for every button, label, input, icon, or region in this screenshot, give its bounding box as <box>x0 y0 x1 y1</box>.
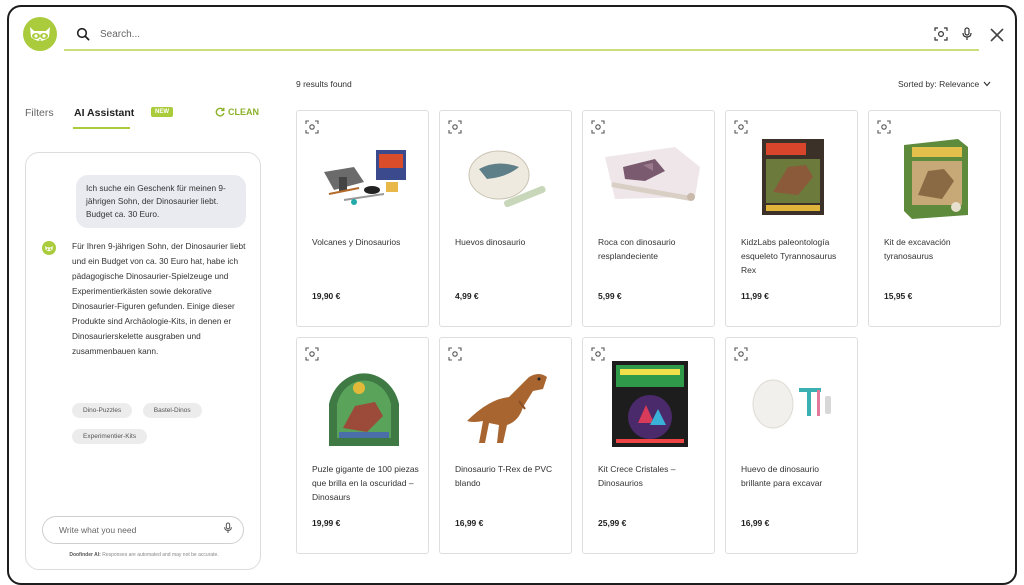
suggestion-chips: Dino-Puzzles Bastel-Dinos Experimentier-… <box>72 399 252 451</box>
clean-button[interactable]: CLEAN <box>215 107 259 117</box>
product-image <box>450 131 563 223</box>
product-price: 15,95 € <box>884 291 913 301</box>
brand-logo <box>23 17 57 51</box>
product-name: Huevo de dinosaurio brillante para excav… <box>741 464 823 488</box>
chat-input[interactable] <box>59 525 223 535</box>
product-image <box>879 131 992 223</box>
refresh-icon <box>215 107 225 117</box>
product-name: KidzLabs paleontología esqueleto Tyranno… <box>741 237 837 275</box>
product-card[interactable]: Volcanes y Dinosaurios 19,90 € <box>296 110 429 327</box>
assistant-message: Für Ihren 9-jährigen Sohn, der Dinosauri… <box>72 241 246 356</box>
sort-dropdown[interactable]: Sorted by: Relevance <box>898 79 991 89</box>
product-image <box>450 358 563 450</box>
clean-label: CLEAN <box>228 107 259 117</box>
close-icon <box>990 28 1004 42</box>
product-price: 4,99 € <box>455 291 479 301</box>
chat-input-box <box>42 516 244 544</box>
active-tab-indicator <box>73 127 130 129</box>
results-count: 9 results found <box>296 79 352 89</box>
product-image <box>593 358 706 450</box>
product-image <box>736 131 849 223</box>
chip-dino-puzzles[interactable]: Dino-Puzzles <box>72 403 133 418</box>
panel-tabs: Filters AI Assistant NEW CLEAN <box>25 107 265 133</box>
disclaimer-brand: Doofinder AI: <box>69 552 101 558</box>
product-card[interactable]: Kit de excavación tyranosaurus 15,95 € <box>868 110 1001 327</box>
product-name: Kit Crece Cristales – Dinosaurios <box>598 464 676 488</box>
product-price: 16,99 € <box>741 518 770 528</box>
chat-microphone-icon[interactable] <box>223 521 233 539</box>
microphone-icon[interactable] <box>955 22 979 46</box>
tab-filters[interactable]: Filters <box>25 107 54 119</box>
search-input[interactable] <box>100 22 929 46</box>
product-name: Kit de excavación tyranosaurus <box>884 237 951 261</box>
product-name: Puzle gigante de 100 piezas que brilla e… <box>312 464 419 502</box>
product-name: Roca con dinosaurio resplandeciente <box>598 237 676 261</box>
product-price: 19,99 € <box>312 518 341 528</box>
product-card[interactable]: Huevos dinosaurio 4,99 € <box>439 110 572 327</box>
product-name: Dinosaurio T-Rex de PVC blando <box>455 464 553 488</box>
search-icon[interactable] <box>68 19 98 49</box>
product-price: 25,99 € <box>598 518 627 528</box>
raccoon-logo-icon <box>30 27 50 41</box>
sort-label: Sorted by: Relevance <box>898 79 980 89</box>
product-price: 5,99 € <box>598 291 622 301</box>
visual-search-icon[interactable] <box>929 22 953 46</box>
product-image <box>307 358 420 450</box>
product-card[interactable]: Roca con dinosaurio resplandeciente 5,99… <box>582 110 715 327</box>
user-message: Ich suche ein Geschenk für meinen 9-jähr… <box>76 175 246 228</box>
chip-bastel-dinos[interactable]: Bastel-Dinos <box>142 403 202 418</box>
search-overlay: Filters AI Assistant NEW CLEAN Ich suche… <box>7 5 1017 585</box>
chip-experimentier-kits[interactable]: Experimentier-Kits <box>72 429 148 444</box>
search-bar <box>64 19 979 51</box>
product-card[interactable]: Kit Crece Cristales – Dinosaurios 25,99 … <box>582 337 715 554</box>
product-price: 16,99 € <box>455 518 484 528</box>
disclaimer-text: Responses are automated and may not be a… <box>100 552 219 558</box>
product-card[interactable]: Huevo de dinosaurio brillante para excav… <box>725 337 858 554</box>
product-name: Volcanes y Dinosaurios <box>312 237 401 247</box>
product-image <box>307 131 420 223</box>
product-image <box>593 131 706 223</box>
ai-disclaimer: Doofinder AI: Responses are automated an… <box>26 552 262 558</box>
product-price: 11,99 € <box>741 291 769 301</box>
tab-ai-assistant[interactable]: AI Assistant <box>74 107 134 119</box>
new-badge: NEW <box>151 107 173 117</box>
product-card[interactable]: KidzLabs paleontología esqueleto Tyranno… <box>725 110 858 327</box>
close-button[interactable] <box>986 24 1008 46</box>
product-name: Huevos dinosaurio <box>455 237 526 247</box>
product-card[interactable]: Dinosaurio T-Rex de PVC blando 16,99 € <box>439 337 572 554</box>
product-card[interactable]: Puzle gigante de 100 piezas que brilla e… <box>296 337 429 554</box>
product-image <box>736 358 849 450</box>
assistant-avatar-icon <box>42 241 56 255</box>
chevron-down-icon <box>983 81 991 87</box>
product-price: 19,90 € <box>312 291 341 301</box>
ai-chat-panel: Ich suche ein Geschenk für meinen 9-jähr… <box>25 152 261 570</box>
